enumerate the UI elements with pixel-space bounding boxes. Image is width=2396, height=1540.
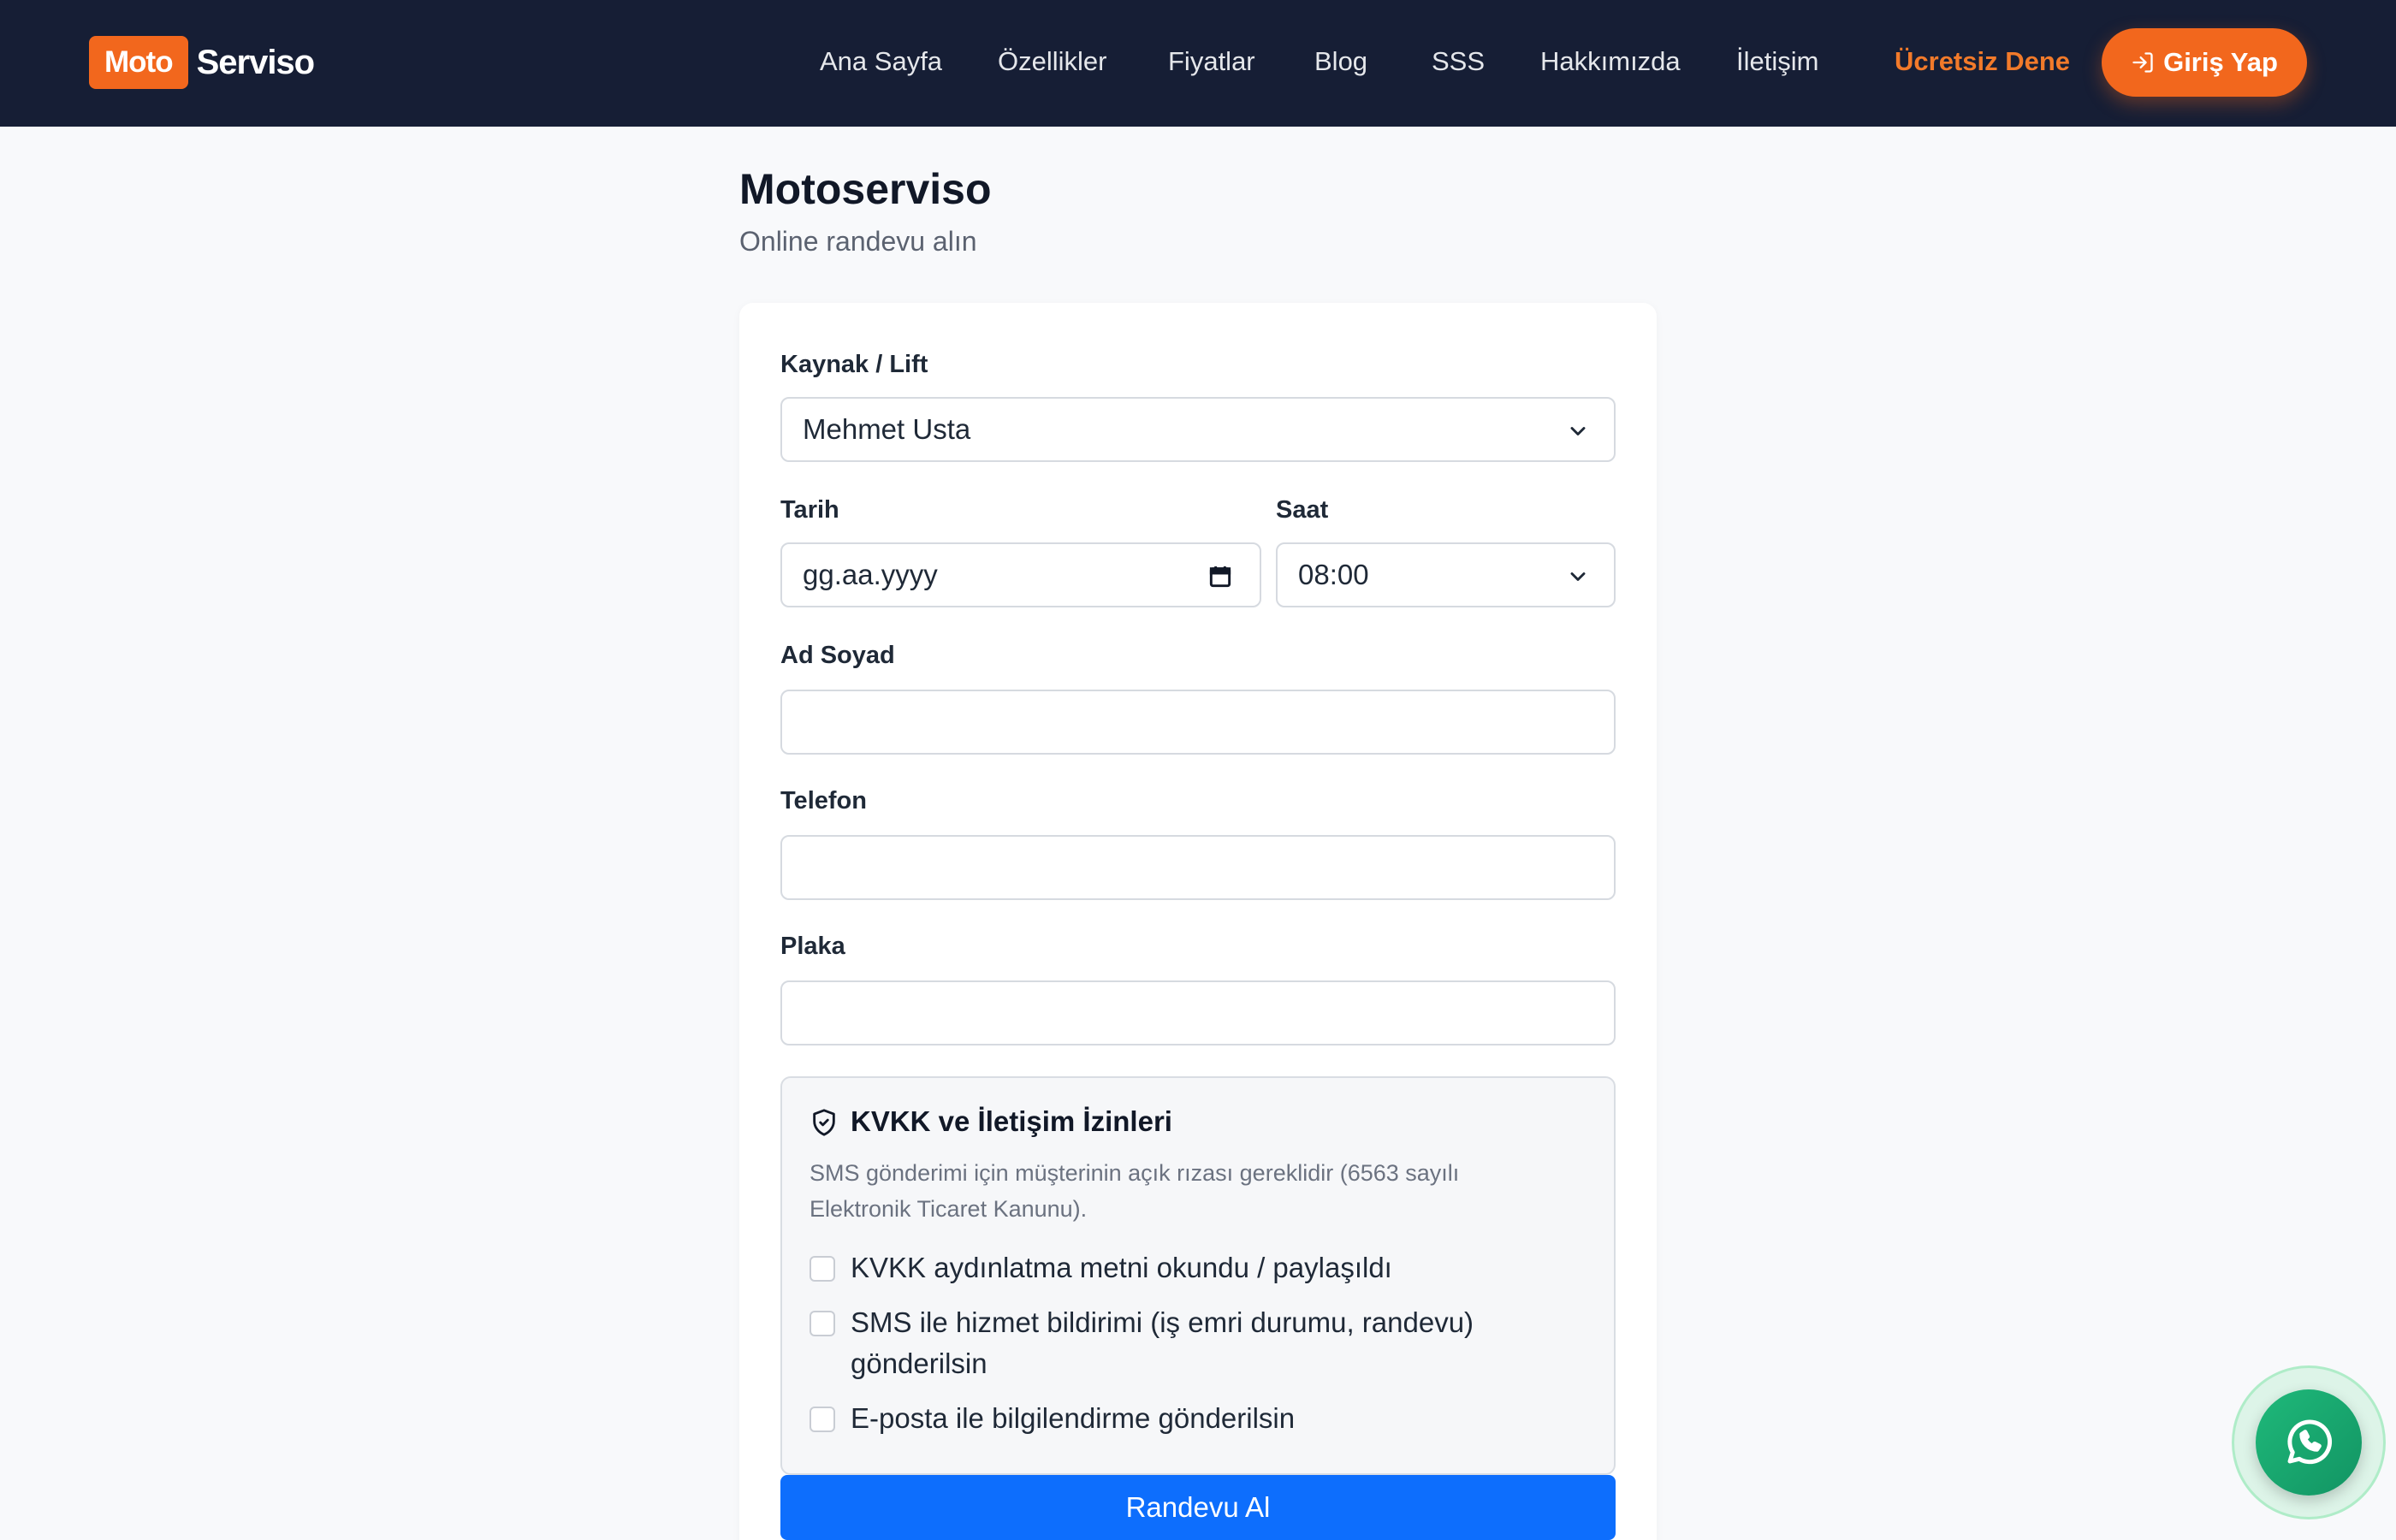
- page-title: Motoserviso: [739, 165, 992, 213]
- chevron-down-icon: [1570, 427, 1586, 435]
- phone-label: Telefon: [780, 787, 867, 814]
- kvkk-description: SMS gönderimi için müşterinin açık rızas…: [810, 1160, 1460, 1222]
- chevron-down-icon: [1570, 572, 1586, 581]
- page-subtitle: Online randevu alın: [739, 226, 977, 257]
- consent-sms-checkbox[interactable]: [810, 1311, 835, 1336]
- consent-kvkk-label: KVKK aydınlatma metni okundu / paylaşıld…: [851, 1252, 1392, 1283]
- whatsapp-chat-button[interactable]: [2256, 1389, 2362, 1496]
- login-button[interactable]: Giriş Yap: [2102, 28, 2307, 97]
- resource-select-value: Mehmet Usta: [803, 413, 971, 445]
- phone-input[interactable]: [780, 835, 1616, 900]
- login-icon: [2132, 52, 2153, 73]
- nav-link-about[interactable]: Hakkımızda: [1540, 46, 1681, 77]
- date-input[interactable]: gg.aa.yyyy: [780, 542, 1261, 607]
- time-label: Saat: [1276, 496, 1329, 524]
- consent-email-checkbox[interactable]: [810, 1407, 835, 1432]
- appointment-form-card: Kaynak / Lift Mehmet Usta Tarih gg.aa.yy…: [739, 303, 1657, 1540]
- date-label: Tarih: [780, 496, 839, 524]
- top-navbar: Moto Serviso Ana Sayfa Özellikler Fiyatl…: [0, 0, 2396, 127]
- submit-appointment-button[interactable]: Randevu Al: [780, 1475, 1616, 1540]
- nav-link-pricing[interactable]: Fiyatlar: [1168, 46, 1255, 77]
- name-label: Ad Soyad: [780, 642, 895, 669]
- resource-label: Kaynak / Lift: [780, 351, 928, 378]
- nav-link-home[interactable]: Ana Sayfa: [820, 46, 942, 77]
- free-trial-link[interactable]: Ücretsiz Dene: [1895, 46, 2070, 77]
- login-button-label: Giriş Yap: [2163, 47, 2278, 77]
- shield-check-icon: [813, 1109, 835, 1136]
- nav-link-features[interactable]: Özellikler: [998, 46, 1106, 77]
- plate-input[interactable]: [780, 980, 1616, 1045]
- nav-link-blog[interactable]: Blog: [1314, 46, 1367, 77]
- time-select-value: 08:00: [1298, 559, 1369, 590]
- name-input[interactable]: [780, 690, 1616, 755]
- consent-sms-label: SMS ile hizmet bildirimi (iş emri durumu…: [851, 1306, 1474, 1379]
- nav-link-faq[interactable]: SSS: [1432, 46, 1485, 77]
- calendar-icon[interactable]: [1207, 563, 1234, 590]
- time-select[interactable]: 08:00: [1276, 542, 1616, 607]
- date-input-value: gg.aa.yyyy: [803, 559, 938, 590]
- consent-kvkk-checkbox[interactable]: [810, 1256, 835, 1282]
- plate-label: Plaka: [780, 933, 845, 960]
- nav-links: Ana Sayfa Özellikler Fiyatlar Blog SSS H…: [0, 0, 2396, 127]
- nav-link-contact[interactable]: İletişim: [1736, 46, 1818, 77]
- kvkk-title: KVKK ve İletişim İzinleri: [851, 1105, 1172, 1137]
- kvkk-consent-box: KVKK ve İletişim İzinleri SMS gönderimi …: [780, 1076, 1616, 1475]
- consent-email-label: E-posta ile bilgilendirme gönderilsin: [851, 1402, 1296, 1434]
- whatsapp-icon: [2287, 1419, 2333, 1465]
- resource-select[interactable]: Mehmet Usta: [780, 397, 1616, 462]
